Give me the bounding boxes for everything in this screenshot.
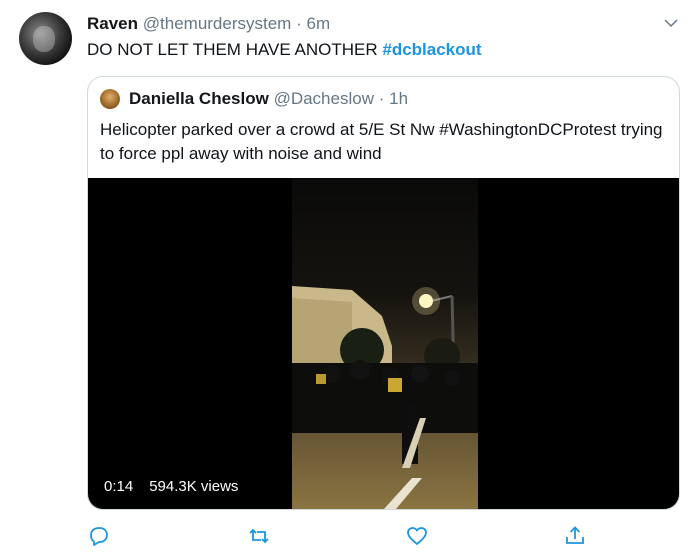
author-name[interactable]: Raven <box>87 14 138 33</box>
quoted-time-separator: · <box>378 89 385 108</box>
like-icon[interactable] <box>405 524 429 548</box>
quoted-tweet[interactable]: Daniella Cheslow @Dacheslow · 1h Helicop… <box>87 76 680 510</box>
retweet-icon[interactable] <box>247 524 271 548</box>
tweet-header: Raven @themurdersystem · 6m <box>87 14 330 34</box>
hashtag-link[interactable]: #dcblackout <box>382 40 481 59</box>
quoted-tweet-header: Daniella Cheslow @Dacheslow · 1h <box>129 89 408 109</box>
quoted-author-handle: @Dacheslow <box>273 89 374 108</box>
quoted-author-avatar <box>100 89 120 109</box>
share-icon[interactable] <box>563 524 587 548</box>
tweet-text: DO NOT LET THEM HAVE ANOTHER #dcblackout <box>87 40 482 60</box>
video-duration: 0:14 <box>104 478 134 495</box>
author-avatar[interactable] <box>19 12 72 65</box>
quoted-author-name: Daniella Cheslow <box>129 89 269 108</box>
video-player[interactable]: 0:14 594.3K views <box>88 178 679 509</box>
video-meta: 0:14 594.3K views <box>104 478 238 495</box>
reply-icon[interactable] <box>87 524 111 548</box>
video-frame <box>292 178 478 509</box>
tweet-time[interactable]: 6m <box>306 14 330 33</box>
chevron-down-icon[interactable] <box>662 14 680 32</box>
action-bar <box>87 524 587 548</box>
quoted-tweet-text: Helicopter parked over a crowd at 5/E St… <box>100 120 663 163</box>
quoted-tweet-time: 1h <box>389 89 409 108</box>
tweet-body: DO NOT LET THEM HAVE ANOTHER <box>87 40 378 59</box>
video-views: 594.3K views <box>149 478 239 495</box>
author-handle[interactable]: @themurdersystem <box>143 14 292 33</box>
time-separator: · <box>296 14 302 33</box>
